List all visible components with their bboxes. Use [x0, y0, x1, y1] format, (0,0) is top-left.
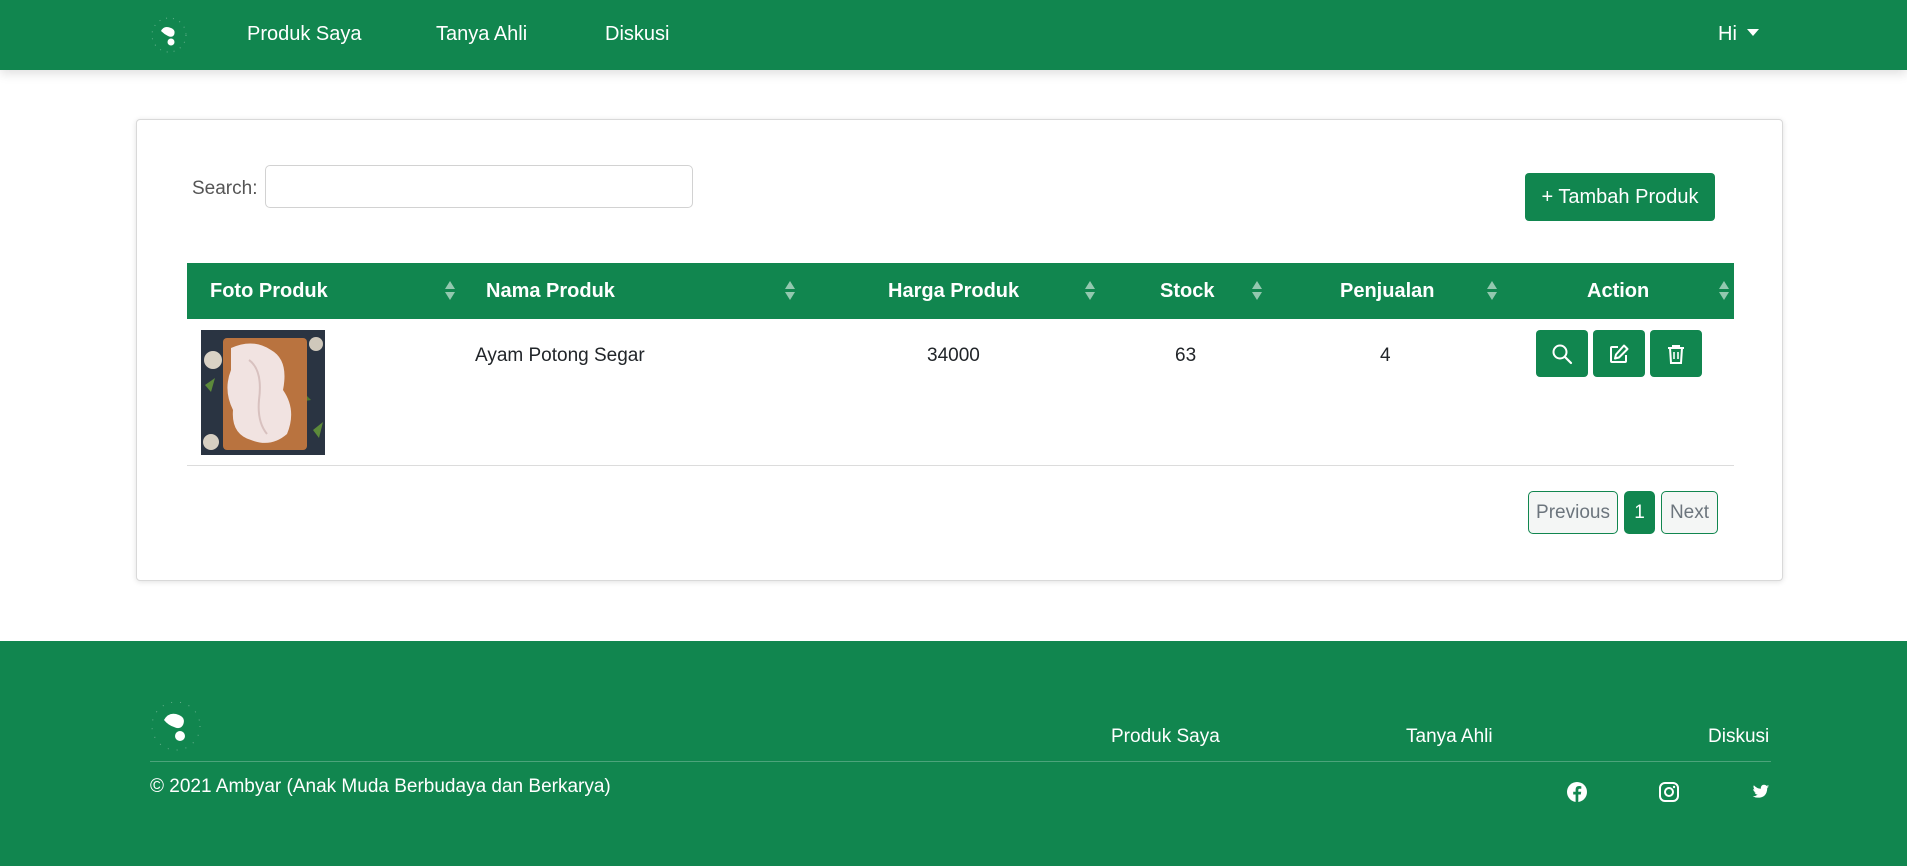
column-header-nama[interactable]: Nama Produk — [486, 263, 615, 319]
column-header-penjualan[interactable]: Penjualan — [1340, 263, 1434, 319]
nav-link-diskusi[interactable]: Diskusi — [605, 23, 669, 46]
add-product-button[interactable]: + Tambah Produk — [1525, 173, 1715, 221]
sort-icon[interactable] — [1252, 281, 1262, 301]
product-image — [201, 330, 325, 455]
column-header-stock[interactable]: Stock — [1160, 263, 1214, 319]
table-row: Ayam Potong Segar 34000 63 4 — [187, 319, 1734, 466]
product-stock: 63 — [1175, 345, 1197, 366]
footer-logo[interactable] — [150, 700, 202, 752]
nav-link-produk-saya[interactable]: Produk Saya — [247, 23, 362, 46]
edit-icon — [1610, 344, 1629, 363]
table-header: Foto Produk Nama Produk Harga Produk Sto… — [187, 263, 1734, 319]
instagram-icon[interactable] — [1658, 781, 1680, 803]
product-name: Ayam Potong Segar — [475, 345, 645, 366]
sort-icon[interactable] — [1719, 281, 1729, 301]
view-button[interactable] — [1536, 330, 1588, 377]
user-greeting: Hi — [1718, 23, 1737, 45]
delete-button[interactable] — [1650, 330, 1702, 377]
twitter-icon[interactable] — [1749, 781, 1771, 803]
column-header-harga[interactable]: Harga Produk — [888, 263, 1019, 319]
pagination-next[interactable]: Next — [1661, 491, 1718, 534]
footer: Produk Saya Tanya Ahli Diskusi © 2021 Am… — [0, 641, 1907, 866]
footer-link-diskusi[interactable]: Diskusi — [1708, 726, 1769, 748]
copyright-text: © 2021 Ambyar (Anak Muda Berbudaya dan B… — [150, 776, 611, 797]
column-header-foto[interactable]: Foto Produk — [210, 263, 328, 319]
brand-logo[interactable] — [150, 16, 188, 54]
trash-icon — [1668, 344, 1684, 364]
footer-link-tanya-ahli[interactable]: Tanya Ahli — [1406, 726, 1493, 748]
footer-divider — [150, 761, 1771, 762]
nav-link-tanya-ahli[interactable]: Tanya Ahli — [436, 23, 527, 46]
pagination-page-1[interactable]: 1 — [1624, 491, 1655, 534]
navbar: Produk Saya Tanya Ahli Diskusi Hi — [0, 0, 1907, 70]
sort-icon[interactable] — [1487, 281, 1497, 301]
footer-link-produk-saya[interactable]: Produk Saya — [1111, 726, 1220, 748]
sort-icon[interactable] — [1085, 281, 1095, 301]
pagination-previous[interactable]: Previous — [1528, 491, 1618, 534]
search-icon — [1552, 344, 1573, 364]
caret-down-icon — [1746, 29, 1759, 36]
product-price: 34000 — [927, 345, 980, 366]
edit-button[interactable] — [1593, 330, 1645, 377]
search-input[interactable] — [265, 165, 693, 208]
user-menu-toggle[interactable]: Hi — [1718, 23, 1759, 46]
search-label: Search: — [192, 178, 258, 199]
product-sales: 4 — [1380, 345, 1391, 366]
column-header-action: Action — [1587, 280, 1650, 302]
facebook-icon[interactable] — [1566, 781, 1588, 803]
sort-icon[interactable] — [785, 281, 795, 301]
products-card: Search: + Tambah Produk Foto Produk Nama… — [136, 119, 1783, 581]
sort-icon[interactable] — [445, 281, 455, 301]
